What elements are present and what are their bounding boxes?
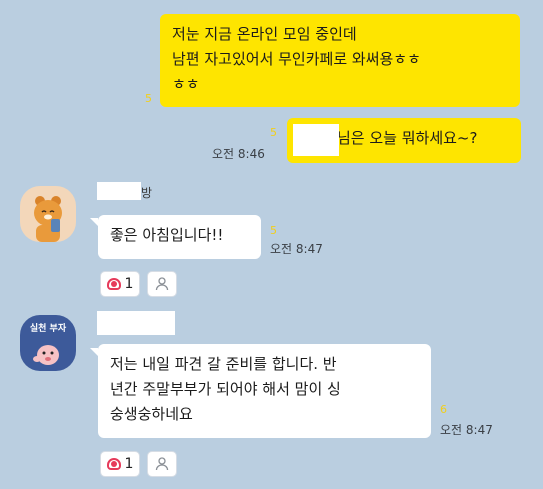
peach-character-icon xyxy=(33,345,59,365)
message-text: 님은 오늘 뭐하세요~? xyxy=(337,129,478,147)
reaction-count: 1 xyxy=(124,276,134,292)
add-reaction-button[interactable] xyxy=(147,451,177,477)
redacted-sender-name xyxy=(97,182,141,200)
redacted-name xyxy=(293,124,339,156)
sender-name-fragment: 방 xyxy=(141,186,153,200)
bubble-tail xyxy=(90,348,98,356)
heart-icon xyxy=(106,458,121,470)
heart-reaction[interactable]: 1 xyxy=(100,451,140,477)
unread-count: 5 xyxy=(270,126,277,139)
bubble-tail xyxy=(90,218,98,226)
add-reaction-button[interactable] xyxy=(147,271,177,297)
message-line: 숭생숭하네요 xyxy=(110,405,193,423)
message-time: 오전 8:47 xyxy=(270,242,323,256)
other-message-bubble[interactable]: 좋은 아침입니다!! xyxy=(98,215,261,259)
sender-avatar[interactable]: 실천 부자 xyxy=(20,315,76,371)
message-line: 년간 주말부부가 되어야 해서 맘이 싱 xyxy=(110,380,341,398)
sender-avatar[interactable] xyxy=(20,186,76,242)
redacted-sender-name xyxy=(97,311,175,335)
my-message-bubble[interactable]: 저눈 지금 온라인 모임 중인데 남편 자고있어서 무인카페로 와써용ㅎㅎ ㅎㅎ xyxy=(160,14,520,107)
unread-count: 5 xyxy=(145,92,152,105)
message-line: 남편 자고있어서 무인카페로 와써용ㅎㅎ xyxy=(172,50,421,68)
message-line: 저눈 지금 온라인 모임 중인데 xyxy=(172,25,357,43)
heart-icon xyxy=(106,278,121,290)
unread-count: 6 xyxy=(440,403,447,416)
person-icon xyxy=(155,457,169,471)
other-message-bubble[interactable]: 저는 내일 파견 갈 준비를 합니다. 반 년간 주말부부가 되어야 해서 맘이… xyxy=(98,344,431,438)
unread-count: 5 xyxy=(270,224,277,237)
reaction-count: 1 xyxy=(124,456,134,472)
message-text: 좋은 아침입니다!! xyxy=(110,226,224,244)
message-time: 오전 8:46 xyxy=(212,147,265,161)
message-line: ㅎㅎ xyxy=(172,75,200,93)
message-line: 저는 내일 파견 갈 준비를 합니다. 반 xyxy=(110,355,337,373)
lion-character-icon xyxy=(34,196,62,242)
heart-reaction[interactable]: 1 xyxy=(100,271,140,297)
message-time: 오전 8:47 xyxy=(440,423,493,437)
person-icon xyxy=(155,277,169,291)
